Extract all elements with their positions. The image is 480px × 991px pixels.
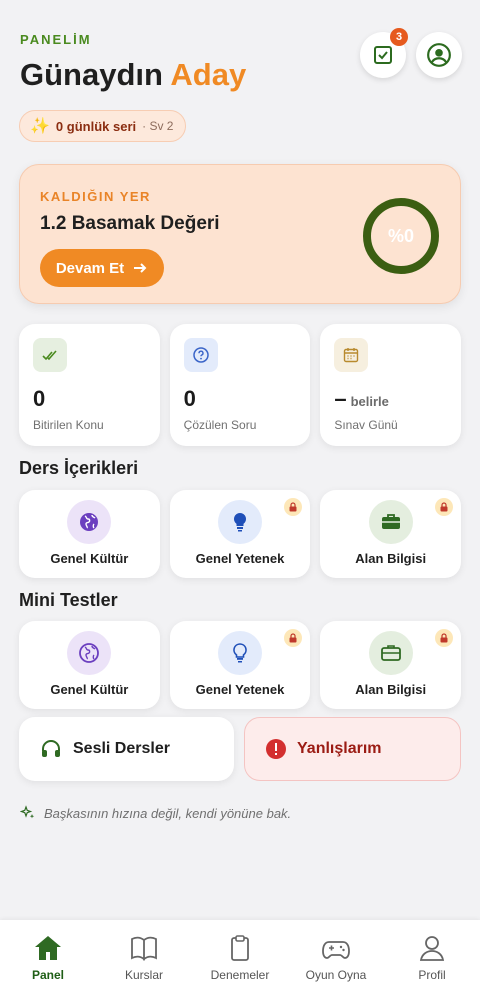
motivation-quote: Başkasının hızına değil, kendi yönüne ba… [20, 805, 291, 821]
courses-title: Ders İçerikleri [19, 458, 139, 478]
progress-percent: %0 [387, 225, 414, 246]
exam-day-value: – [334, 386, 347, 411]
tests-title: Mini Testler [19, 590, 118, 610]
tab-label: Profil [418, 968, 446, 982]
question-icon [183, 338, 218, 372]
action-buttons: Sesli Dersler Yanlışlarım [19, 717, 461, 781]
tile-label: Genel Yetenek [195, 682, 285, 697]
stat-caption: Sınav Günü [334, 418, 398, 432]
briefcase-icon [368, 500, 413, 544]
mistakes-label: Yanlışlarım [297, 740, 382, 757]
tile-label: Alan Bilgisi [355, 551, 427, 566]
calendar-icon [334, 338, 369, 372]
stat-value: – belirle [334, 386, 389, 412]
tab-label: Oyun Oyna [305, 968, 367, 982]
tests-grid: Genel Kültür Genel Yetenek Alan Bilgisi [19, 621, 462, 709]
lock-icon [284, 498, 303, 516]
tab-exams[interactable]: Denemeler [192, 920, 288, 991]
lightbulb-icon [218, 631, 262, 675]
tab-panel[interactable]: Panel [0, 920, 96, 991]
header: PANELİM Günaydın Aday 3 [20, 28, 462, 93]
audio-lessons-button[interactable]: Sesli Dersler [19, 717, 234, 781]
book-icon [131, 936, 157, 961]
lock-icon [435, 629, 454, 647]
continue-label: Devam Et [55, 259, 125, 277]
profile-button[interactable] [416, 32, 462, 78]
streak-badge[interactable]: ✨ 0 günlük seri · Sv 2 [19, 110, 187, 142]
tile-label: Genel Yetenek [195, 551, 285, 566]
stat-value: 0 [183, 386, 196, 411]
globe-icon [67, 500, 112, 544]
course-field-knowledge[interactable]: Alan Bilgisi [320, 490, 462, 578]
task-count-badge: 3 [390, 28, 408, 46]
tab-label: Panel [31, 968, 64, 982]
audio-lessons-label: Sesli Dersler [73, 740, 170, 757]
tile-label: Genel Kültür [50, 551, 129, 566]
lightbulb-icon [218, 500, 262, 544]
stat-value: 0 [33, 386, 46, 411]
bottom-tab-bar: Panel Kurslar Denemeler Oyun Oyna Profil [0, 920, 480, 991]
test-general-ability[interactable]: Genel Yetenek [169, 621, 311, 709]
tab-play-game[interactable]: Oyun Oyna [288, 920, 384, 991]
lock-icon [435, 498, 454, 516]
tab-courses[interactable]: Kurslar [96, 920, 192, 991]
tile-label: Genel Kültür [50, 682, 129, 697]
stat-solved-questions: 0 Çözülen Soru [169, 324, 311, 446]
briefcase-icon [368, 631, 413, 675]
stat-completed-topics: 0 Bitirilen Konu [19, 324, 160, 446]
double-check-icon [33, 338, 67, 372]
stats-row: 0 Bitirilen Konu 0 Çözülen Soru – belirle… [19, 324, 462, 446]
stat-caption: Bitirilen Konu [33, 418, 104, 432]
resume-card: KALDIĞIN YER 1.2 Basamak Değeri Devam Et… [19, 164, 461, 304]
gamepad-icon [322, 941, 350, 959]
test-general-culture[interactable]: Genel Kültür [19, 621, 160, 709]
globe-icon [67, 631, 112, 675]
streak-level: · Sv 2 [142, 119, 174, 133]
mistakes-button[interactable]: Yanlışlarım [244, 717, 461, 781]
account-circle-icon [427, 43, 451, 67]
courses-grid: Genel Kültür Genel Yetenek Alan Bilgisi [19, 490, 462, 578]
top-actions: 3 [360, 28, 462, 78]
headphones-icon [42, 740, 60, 757]
arrow-right-icon [134, 263, 147, 273]
resume-label: KALDIĞIN YER [40, 189, 151, 204]
alert-icon [266, 739, 286, 759]
sparkles-icon [20, 805, 35, 819]
test-field-knowledge[interactable]: Alan Bilgisi [320, 621, 462, 709]
streak-label: 0 günlük seri [55, 118, 137, 134]
course-general-ability[interactable]: Genel Yetenek [169, 490, 311, 578]
home-icon [35, 936, 61, 960]
clipboard-icon [231, 935, 249, 961]
tile-label: Alan Bilgisi [355, 682, 427, 697]
stat-exam-day[interactable]: – belirle Sınav Günü [320, 324, 462, 446]
tab-label: Denemeler [210, 968, 270, 982]
quote-text: Başkasının hızına değil, kendi yönüne ba… [44, 805, 292, 821]
checkbox-icon [374, 46, 392, 64]
user-icon [419, 936, 445, 961]
course-general-culture[interactable]: Genel Kültür [19, 490, 160, 578]
continue-button[interactable]: Devam Et [40, 249, 164, 287]
resume-title: 1.2 Basamak Değeri [40, 213, 220, 234]
greeting-text: Günaydın [20, 57, 163, 92]
lock-icon [284, 629, 303, 647]
exam-day-unit: belirle [350, 394, 389, 409]
sparkle-icon: ✨ [30, 118, 50, 135]
stat-caption: Çözülen Soru [183, 418, 257, 432]
tasks-button[interactable]: 3 [360, 28, 408, 78]
tab-label: Kurslar [124, 968, 163, 982]
user-name: Aday [170, 57, 247, 92]
tab-profile[interactable]: Profil [384, 920, 480, 991]
